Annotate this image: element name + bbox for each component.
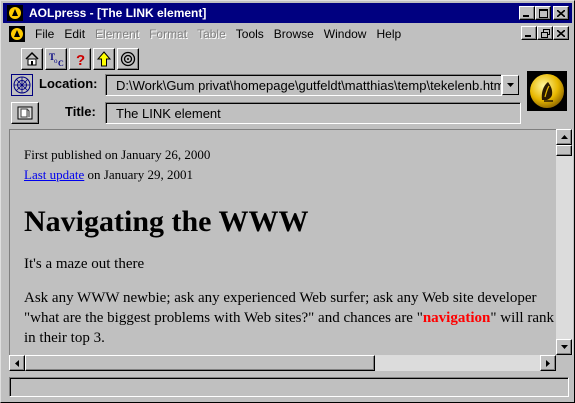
- doc-minimize-button[interactable]: [521, 26, 537, 40]
- intro-paragraph: It's a maze out there: [24, 256, 145, 272]
- menu-table[interactable]: Table: [193, 27, 232, 41]
- title-value: The LINK element: [116, 105, 221, 121]
- last-update-link[interactable]: Last update: [24, 167, 84, 182]
- caption-buttons: [519, 6, 569, 20]
- horizontal-scroll-thumb[interactable]: [25, 355, 375, 371]
- restore-icon: [540, 28, 550, 38]
- title-row: Title: The LINK element: [9, 101, 521, 125]
- menu-file[interactable]: File: [31, 27, 60, 41]
- svg-text:?: ?: [76, 52, 85, 67]
- menu-help[interactable]: Help: [372, 27, 407, 41]
- scroll-down-button[interactable]: [556, 339, 572, 355]
- arrow-up-icon: [560, 135, 568, 139]
- vertical-scrollbar[interactable]: [556, 129, 573, 355]
- update-date: on January 29, 2001: [84, 167, 193, 182]
- arrow-down-icon: [560, 345, 568, 349]
- body-paragraph: Ask any WWW newbie; ask any experienced …: [24, 288, 554, 348]
- menu-format[interactable]: Format: [145, 27, 193, 41]
- maximize-icon: [538, 8, 548, 18]
- help-button[interactable]: ?: [69, 48, 91, 70]
- close-icon: [557, 29, 565, 37]
- close-icon: [557, 9, 565, 17]
- doc-restore-button[interactable]: [537, 26, 553, 40]
- scroll-up-button[interactable]: [556, 129, 572, 145]
- target-button[interactable]: [117, 48, 139, 70]
- toc-icon: T o C: [49, 52, 64, 67]
- status-bar: [7, 375, 571, 399]
- home-icon: [25, 51, 39, 66]
- status-pane: [9, 377, 569, 397]
- aolpress-logo-icon: [530, 74, 564, 108]
- toolbar: T o C ?: [21, 46, 139, 72]
- close-button[interactable]: [553, 6, 569, 20]
- web-icon[interactable]: [11, 74, 33, 96]
- title-field[interactable]: The LINK element: [105, 102, 521, 124]
- menu-window[interactable]: Window: [320, 27, 373, 41]
- location-value: D:\Work\Gum privat\homepage\gutfeldt\mat…: [116, 77, 502, 93]
- location-row: Location: D:\Work\Gum privat\homepage\gu…: [9, 73, 521, 97]
- vertical-scroll-thumb[interactable]: [556, 145, 572, 156]
- aolpress-logo: [527, 71, 567, 111]
- horizontal-scrollbar[interactable]: [9, 355, 556, 371]
- published-line: First published on January 26, 2000: [24, 147, 211, 162]
- menu-edit[interactable]: Edit: [60, 27, 91, 41]
- menu-element[interactable]: Element: [91, 27, 145, 41]
- up-arrow-icon: [96, 51, 112, 67]
- title-label: Title:: [65, 104, 96, 119]
- location-dropdown-button[interactable]: [502, 75, 519, 95]
- target-icon: [120, 51, 136, 67]
- document-view[interactable]: First published on January 26, 2000 Last…: [9, 129, 557, 355]
- title-bar[interactable]: AOLpress - [The LINK element]: [3, 3, 572, 23]
- window-title: AOLpress - [The LINK element]: [29, 6, 207, 20]
- menu-bar: File Edit Element Format Table Tools Bro…: [3, 24, 572, 43]
- document-icon[interactable]: [9, 25, 25, 42]
- menu-tools[interactable]: Tools: [232, 27, 270, 41]
- home-button[interactable]: [21, 48, 43, 70]
- up-button[interactable]: [93, 48, 115, 70]
- location-label: Location:: [39, 76, 98, 91]
- document-body: First published on January 26, 2000 Last…: [24, 145, 554, 348]
- svg-text:C: C: [58, 59, 64, 67]
- scrollbar-corner: [556, 355, 573, 371]
- menu-browse[interactable]: Browse: [270, 27, 320, 41]
- chevron-down-icon: [506, 82, 514, 87]
- arrow-right-icon: [546, 359, 550, 367]
- minimize-button[interactable]: [519, 6, 535, 20]
- aolpress-app-icon: [7, 5, 23, 21]
- toc-button[interactable]: T o C: [45, 48, 67, 70]
- app-window: AOLpress - [The LINK element] File Edit …: [0, 0, 575, 403]
- page-properties-button[interactable]: [11, 102, 39, 124]
- help-icon: ?: [76, 52, 85, 67]
- minimize-icon: [525, 35, 531, 37]
- arrow-left-icon: [15, 359, 19, 367]
- maximize-button[interactable]: [535, 6, 551, 20]
- update-line: Last update on January 29, 2001: [24, 165, 554, 185]
- navigation-emphasis: navigation: [422, 310, 491, 326]
- minimize-icon: [523, 15, 529, 17]
- location-field[interactable]: D:\Work\Gum privat\homepage\gutfeldt\mat…: [105, 74, 502, 96]
- scroll-left-button[interactable]: [9, 355, 25, 371]
- page-heading: Navigating the WWW: [24, 205, 309, 238]
- document-caption-buttons: [521, 26, 569, 40]
- scroll-right-button[interactable]: [540, 355, 556, 371]
- page-icon: [17, 106, 33, 120]
- doc-close-button[interactable]: [553, 26, 569, 40]
